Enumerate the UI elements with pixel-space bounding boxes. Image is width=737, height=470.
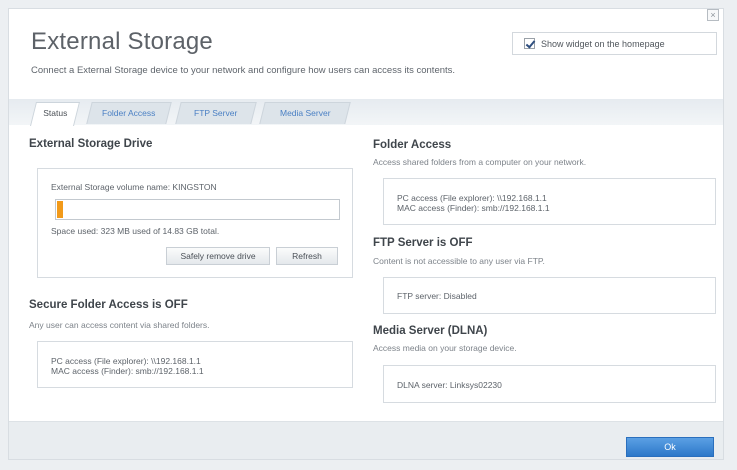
pc-access: PC access (File explorer): \\192.168.1.1 [51,356,201,366]
pc-access: PC access (File explorer): \\192.168.1.1 [397,193,547,203]
close-icon[interactable]: × [707,9,719,21]
dialog-footer [9,421,723,459]
media-server-subtitle: Access media on your storage device. [373,343,517,353]
show-widget-label: Show widget on the homepage [541,38,665,49]
page-subtitle: Connect a External Storage device to you… [31,65,456,76]
show-widget-toggle[interactable]: Show widget on the homepage [512,32,717,55]
dlna-status: DLNA server: Linksys02230 [397,380,502,390]
tab-ftp-server[interactable]: FTP Server [175,102,257,124]
external-storage-dialog: × External Storage Connect a External St… [8,8,724,460]
secure-access-subtitle: Any user can access content via shared f… [29,320,210,330]
tab-folder-access[interactable]: Folder Access [86,102,172,124]
storage-usage-fill [57,201,63,218]
tab-media-server[interactable]: Media Server [259,102,351,124]
page-title: External Storage [31,28,213,55]
ftp-panel: FTP server: Disabled [383,277,716,314]
folder-access-title: Folder Access [373,139,452,151]
folder-access-subtitle: Access shared folders from a computer on… [373,157,587,167]
media-server-panel: DLNA server: Linksys02230 [383,365,716,403]
mac-access: MAC access (Finder): smb://192.168.1.1 [397,203,550,213]
media-server-title: Media Server (DLNA) [373,325,488,337]
checkbox-checked-icon[interactable] [524,38,535,49]
tab-status[interactable]: Status [30,102,80,126]
mac-access: MAC access (Finder): smb://192.168.1.1 [51,366,204,376]
folder-access-panel: PC access (File explorer): \\192.168.1.1… [383,178,716,225]
ftp-status: FTP server: Disabled [397,291,477,301]
drive-section-title: External Storage Drive [29,138,153,150]
safely-remove-drive-button[interactable]: Safely remove drive [166,247,270,265]
secure-access-title: Secure Folder Access is OFF [29,299,188,311]
refresh-button[interactable]: Refresh [276,247,338,265]
secure-access-panel: PC access (File explorer): \\192.168.1.1… [37,341,353,388]
volume-name: External Storage volume name: KINGSTON [51,182,217,192]
space-used: Space used: 323 MB used of 14.83 GB tota… [51,226,220,236]
ok-button[interactable]: Ok [626,437,714,457]
storage-usage-bar [55,199,340,220]
ftp-subtitle: Content is not accessible to any user vi… [373,256,545,266]
ftp-title: FTP Server is OFF [373,237,473,249]
